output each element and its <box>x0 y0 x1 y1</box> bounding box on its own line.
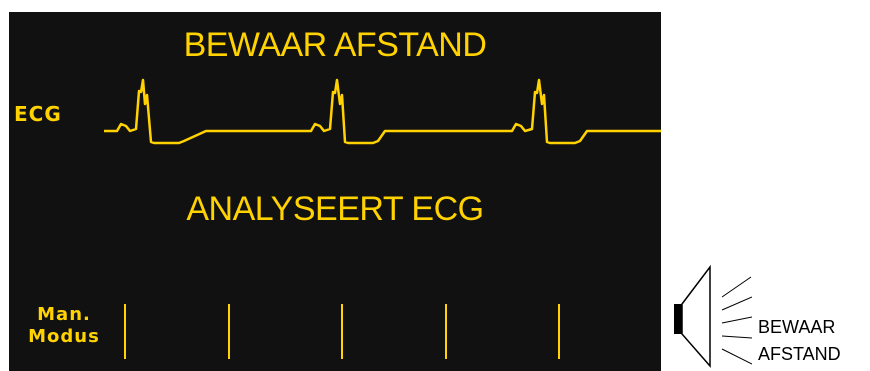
speaker-icon <box>674 264 752 368</box>
softkey-divider <box>124 304 126 359</box>
softkey-divider <box>228 304 230 359</box>
softkey-divider <box>558 304 560 359</box>
status-message: ANALYSEERT ECG <box>186 190 484 228</box>
softkey-divider <box>445 304 447 359</box>
voice-prompt-line2: AFSTAND <box>758 344 841 364</box>
softkey-label-line1: Man. <box>37 304 91 325</box>
softkey-label-line2: Modus <box>28 326 100 347</box>
ecg-trace <box>104 78 661 145</box>
softkey-divider <box>341 304 343 359</box>
softkey-manual-mode[interactable]: Man. Modus <box>9 304 119 348</box>
voice-prompt-line1: BEWAAR <box>758 317 836 337</box>
voice-prompt-text: BEWAAR AFSTAND <box>758 314 841 368</box>
